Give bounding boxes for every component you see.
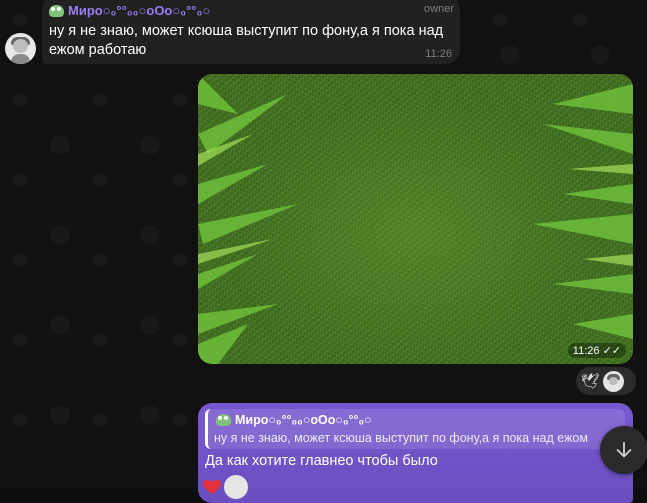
- reaction-chip[interactable]: 🕊: [576, 367, 636, 395]
- reply-text: ну я не знаю, может ксюша выступит по фо…: [214, 431, 588, 445]
- grass-blades-right: [533, 84, 633, 339]
- reply-sender: Миро○₀°°₀₀○оОо○₀°°₀○: [216, 413, 372, 427]
- reaction-user-avatar: [224, 475, 248, 499]
- scroll-down-button[interactable]: [600, 426, 647, 474]
- grass-blades-left: [198, 74, 298, 364]
- frog-emoji-icon: [216, 414, 231, 426]
- message-reactions[interactable]: [204, 475, 248, 499]
- sender-name[interactable]: Миро○₀°°₀₀○оОо○₀°°₀○: [68, 3, 210, 18]
- dove-emoji-icon: 🕊: [580, 373, 600, 390]
- frog-emoji-icon: [49, 4, 64, 17]
- incoming-message[interactable]: Миро○₀°°₀₀○оОо○₀°°₀○ owner ну я не знаю,…: [42, 0, 460, 64]
- reaction-user-avatar: [603, 370, 624, 392]
- image-time: 11:26 ✓✓: [567, 343, 626, 358]
- message-sender[interactable]: Миро○₀°°₀₀○оОо○₀°°₀○: [49, 3, 210, 18]
- double-check-icon: ✓✓: [602, 345, 621, 357]
- sender-avatar[interactable]: [5, 33, 36, 64]
- heart-icon: [204, 480, 220, 494]
- arrow-down-icon: [616, 441, 632, 458]
- outgoing-message[interactable]: Миро○₀°°₀₀○оОо○₀°°₀○ ну я не знаю, может…: [198, 403, 633, 503]
- message-text: Да как хотите главнео чтобы было: [205, 453, 438, 469]
- reply-quote[interactable]: Миро○₀°°₀₀○оОо○₀°°₀○ ну я не знаю, может…: [205, 409, 625, 449]
- sender-role-badge: owner: [424, 3, 454, 15]
- message-time: 11:26: [425, 48, 452, 60]
- image-message[interactable]: 11:26 ✓✓: [198, 74, 633, 364]
- reply-sender-name: Миро○₀°°₀₀○оОо○₀°°₀○: [235, 413, 372, 427]
- message-text: ну я не знаю, может ксюша выступит по фо…: [49, 23, 444, 58]
- image-time-text: 11:26: [572, 345, 600, 357]
